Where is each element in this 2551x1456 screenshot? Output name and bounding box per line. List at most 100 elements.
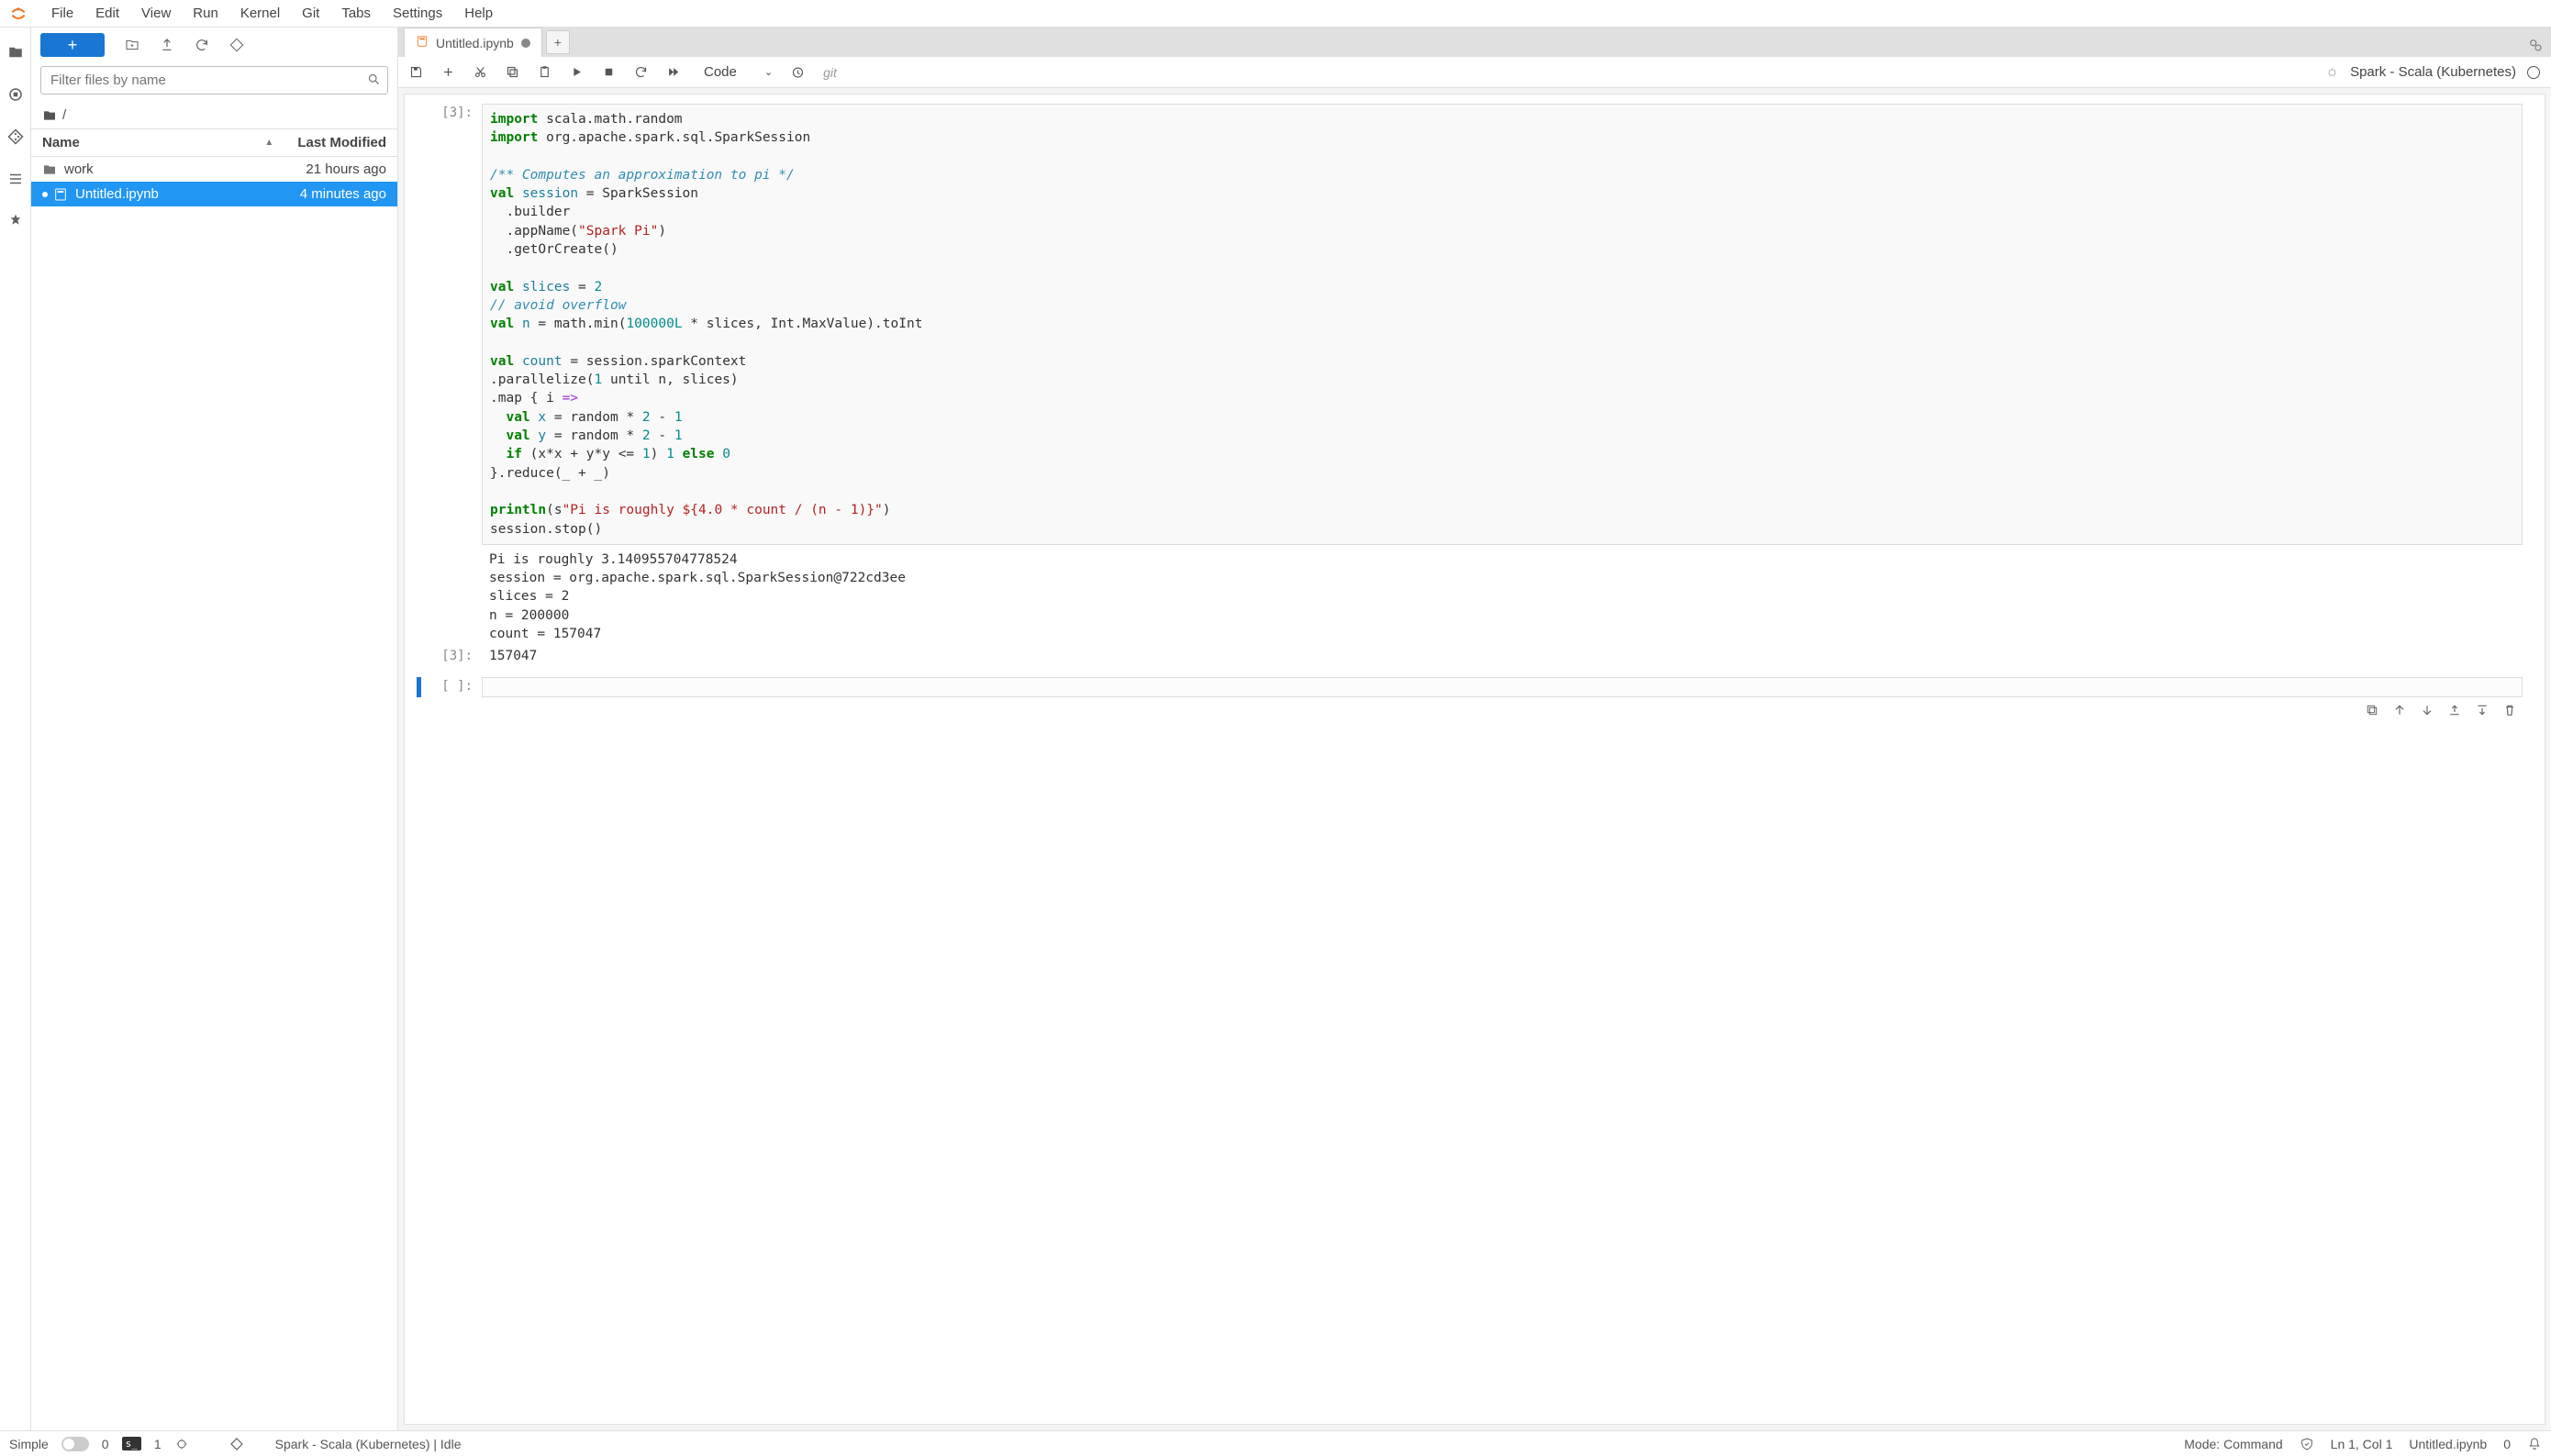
cell-output: Pi is roughly 3.140955704778524 session … — [482, 545, 2523, 645]
header-name-label[interactable]: Name — [42, 135, 80, 150]
code-cell[interactable]: [3]: import scala.math.random import org… — [414, 104, 2523, 645]
kernel-status-text: Spark - Scala (Kubernetes) | Idle — [275, 1437, 462, 1451]
log-count: 0 — [2503, 1437, 2511, 1451]
menu-file[interactable]: File — [42, 2, 83, 25]
notebook-toolbar: Code ⌄ git Spark - Scala (Kubernetes) — [398, 57, 2551, 88]
kernel-name[interactable]: Spark - Scala (Kubernetes) — [2350, 64, 2516, 80]
file-modified: 4 minutes ago — [300, 186, 386, 202]
git-icon[interactable] — [7, 128, 24, 145]
input-prompt: [3]: — [427, 104, 482, 645]
kernel-status-icon[interactable] — [2527, 66, 2540, 79]
add-cell-icon[interactable] — [441, 65, 455, 79]
file-modified: 21 hours ago — [306, 161, 386, 177]
terminal-badge-icon[interactable]: s_ — [122, 1437, 141, 1450]
trusted-icon[interactable] — [2300, 1437, 2314, 1451]
menu-run[interactable]: Run — [184, 2, 228, 25]
code-cell[interactable]: [ ]: — [414, 677, 2523, 697]
terminals-count: 1 — [154, 1437, 162, 1451]
search-icon — [367, 72, 381, 89]
cursor-position: Ln 1, Col 1 — [2331, 1437, 2393, 1451]
menu-view[interactable]: View — [132, 2, 180, 25]
code-editor[interactable] — [482, 677, 2523, 697]
menu-edit[interactable]: Edit — [86, 2, 128, 25]
file-name: work — [64, 161, 94, 177]
upload-icon[interactable] — [160, 38, 174, 52]
file-browser-icon[interactable] — [7, 44, 24, 61]
new-folder-icon[interactable] — [125, 38, 139, 52]
cut-icon[interactable] — [473, 65, 487, 79]
notebook-body: [3]: import scala.math.random import org… — [404, 94, 2545, 1425]
run-all-icon[interactable] — [666, 65, 680, 79]
sort-caret-icon[interactable]: ▲ — [264, 138, 273, 148]
simple-mode-label: Simple — [9, 1437, 49, 1451]
cell-type-selector[interactable]: Code ⌄ — [704, 64, 773, 80]
file-filter — [40, 66, 388, 94]
chevron-down-icon: ⌄ — [764, 66, 773, 78]
file-list-header: Name ▲ Last Modified — [31, 128, 397, 157]
notebook-icon — [416, 35, 429, 50]
tabs-count: 0 — [102, 1437, 109, 1451]
notebook-area: Untitled.ipynb + Code ⌄ — [398, 28, 2551, 1430]
move-up-icon[interactable] — [2392, 703, 2407, 717]
mode-label: Mode: Command — [2184, 1437, 2282, 1451]
notebook-icon — [53, 187, 68, 202]
bug-icon[interactable] — [2325, 65, 2339, 79]
file-row[interactable]: Untitled.ipynb 4 minutes ago — [31, 182, 397, 206]
file-name: Untitled.ipynb — [75, 186, 159, 202]
execute-result: 157047 — [482, 647, 2523, 667]
menu-kernel[interactable]: Kernel — [231, 2, 289, 25]
file-toolbar: + — [31, 28, 397, 62]
tab-bar: Untitled.ipynb + — [398, 28, 2551, 57]
clock-icon[interactable] — [791, 65, 805, 79]
header-modified-label[interactable]: Last Modified — [297, 135, 386, 150]
git-pull-icon[interactable] — [229, 38, 244, 52]
jupyter-logo[interactable] — [7, 3, 29, 25]
menu-help[interactable]: Help — [455, 2, 502, 25]
git-branch-icon[interactable] — [229, 1437, 244, 1451]
menu-git[interactable]: Git — [293, 2, 329, 25]
file-row[interactable]: work 21 hours ago — [31, 157, 397, 182]
cell-actions — [414, 699, 2523, 721]
status-filename: Untitled.ipynb — [2409, 1437, 2487, 1451]
paste-icon[interactable] — [538, 65, 551, 79]
simple-mode-toggle[interactable] — [61, 1437, 89, 1451]
lsp-icon[interactable] — [174, 1437, 189, 1451]
stop-icon[interactable] — [602, 65, 616, 79]
output-prompt: [3]: — [427, 647, 482, 667]
folder-icon — [42, 162, 57, 177]
insert-below-icon[interactable] — [2475, 703, 2490, 717]
refresh-icon[interactable] — [195, 38, 209, 52]
save-icon[interactable] — [409, 65, 423, 79]
file-browser-panel: + / Name ▲ Last Mod — [31, 28, 398, 1430]
file-list: work 21 hours ago Untitled.ipynb 4 minut… — [31, 157, 397, 1430]
breadcrumb-root: / — [62, 107, 66, 123]
file-filter-input[interactable] — [40, 66, 388, 94]
breadcrumb[interactable]: / — [31, 102, 397, 128]
output-cell: [3]: 157047 — [414, 647, 2523, 667]
dirty-indicator-icon — [42, 192, 48, 197]
menu-bar: File Edit View Run Kernel Git Tabs Setti… — [0, 0, 2551, 28]
run-icon[interactable] — [570, 65, 584, 79]
tab-untitled[interactable]: Untitled.ipynb — [404, 28, 542, 57]
new-tab-button[interactable]: + — [546, 30, 570, 54]
toc-icon[interactable] — [7, 171, 24, 187]
restart-icon[interactable] — [634, 65, 648, 79]
notification-icon[interactable] — [2527, 1437, 2542, 1451]
activity-bar — [0, 28, 31, 1430]
dirty-dot-icon — [521, 39, 530, 48]
insert-above-icon[interactable] — [2447, 703, 2462, 717]
input-prompt: [ ]: — [427, 677, 482, 697]
menu-tabs[interactable]: Tabs — [332, 2, 380, 25]
copy-icon[interactable] — [506, 65, 519, 79]
running-kernels-icon[interactable] — [7, 86, 24, 103]
property-inspector-icon[interactable] — [2527, 37, 2544, 56]
move-down-icon[interactable] — [2420, 703, 2434, 717]
menu-settings[interactable]: Settings — [384, 2, 451, 25]
extensions-icon[interactable] — [7, 213, 24, 229]
code-editor[interactable]: import scala.math.random import org.apac… — [482, 104, 2523, 545]
git-label[interactable]: git — [823, 65, 837, 80]
tab-label: Untitled.ipynb — [436, 36, 514, 50]
delete-icon[interactable] — [2502, 703, 2517, 717]
new-launcher-button[interactable]: + — [40, 33, 105, 57]
duplicate-icon[interactable] — [2365, 703, 2379, 717]
